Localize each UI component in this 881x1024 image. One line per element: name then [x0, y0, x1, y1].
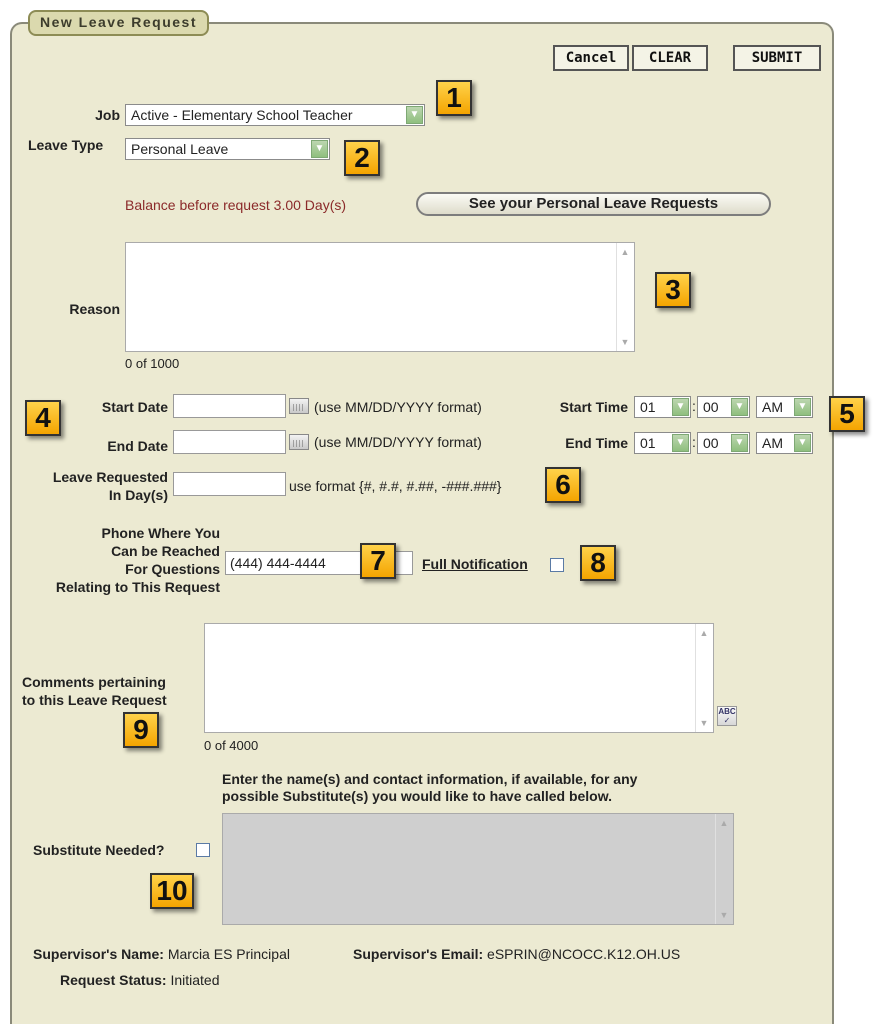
comments-label: Comments pertaining to this Leave Reques… — [22, 673, 202, 709]
chevron-down-icon: ▼ — [672, 398, 689, 416]
days-input[interactable] — [173, 472, 286, 496]
chevron-down-icon: ▼ — [406, 106, 423, 124]
balance-text: Balance before request 3.00 Day(s) — [125, 197, 347, 213]
substitute-instructions: Enter the name(s) and contact informatio… — [222, 771, 637, 805]
days-label: Leave Requested In Day(s) — [20, 468, 168, 504]
supervisor-email-label: Supervisor's Email: — [353, 946, 484, 962]
time-separator: : — [692, 434, 696, 450]
reason-textarea[interactable]: ▲ ▼ — [125, 242, 635, 352]
supervisor-name-row: Supervisor's Name: Marcia ES Principal — [33, 946, 290, 962]
start-hour-select[interactable]: 01 ▼ — [634, 396, 691, 418]
badge-1: 1 — [436, 80, 472, 116]
scroll-down-icon[interactable]: ▼ — [619, 336, 631, 348]
end-hour-select[interactable]: 01 ▼ — [634, 432, 691, 454]
badge-6: 6 — [545, 467, 581, 503]
scroll-up-icon[interactable]: ▲ — [619, 246, 631, 258]
comments-label-line2: to this Leave Request — [22, 692, 167, 708]
substitute-needed-label: Substitute Needed? — [33, 842, 165, 858]
time-separator: : — [692, 398, 696, 414]
calendar-icon[interactable] — [289, 398, 309, 414]
phone-label-line4: Relating to This Request — [55, 579, 220, 595]
start-minute-select[interactable]: 00 ▼ — [697, 396, 750, 418]
badge-2: 2 — [344, 140, 380, 176]
reason-counter: 0 of 1000 — [125, 356, 180, 371]
request-status-label: Request Status: — [60, 972, 167, 988]
scroll-up-icon[interactable]: ▲ — [698, 627, 710, 639]
badge-8: 8 — [580, 545, 616, 581]
full-notification-checkbox[interactable] — [550, 558, 564, 572]
reason-label: Reason — [69, 301, 120, 317]
substitute-needed-checkbox[interactable] — [196, 843, 210, 857]
start-date-hint: (use MM/DD/YYYY format) — [314, 399, 482, 415]
start-date-label: Start Date — [101, 399, 168, 415]
job-label: Job — [95, 107, 120, 123]
spellcheck-icon[interactable]: ABC ✓ — [717, 706, 737, 726]
calendar-icon[interactable] — [289, 434, 309, 450]
badge-9: 9 — [123, 712, 159, 748]
scroll-down-icon[interactable]: ▼ — [698, 717, 710, 729]
request-status-row: Request Status: Initiated — [60, 972, 220, 988]
submit-button[interactable]: SUBMIT — [733, 45, 821, 71]
end-date-input[interactable] — [173, 430, 286, 454]
end-minute-value: 00 — [703, 435, 719, 451]
job-select-value: Active - Elementary School Teacher — [131, 107, 353, 123]
substitute-instruction-line1: Enter the name(s) and contact informatio… — [222, 771, 638, 787]
chevron-down-icon: ▼ — [731, 434, 748, 452]
end-ampm-value: AM — [762, 435, 783, 451]
end-date-label: End Date — [107, 438, 168, 454]
cancel-button[interactable]: Cancel — [553, 45, 629, 71]
chevron-down-icon: ▼ — [731, 398, 748, 416]
comments-counter: 0 of 4000 — [204, 738, 259, 753]
chevron-down-icon: ▼ — [311, 140, 328, 158]
badge-10: 10 — [150, 873, 194, 909]
days-label-line1: Leave Requested — [52, 469, 168, 485]
clear-button[interactable]: CLEAR — [632, 45, 708, 71]
phone-label-line1: Phone Where You — [101, 525, 221, 541]
badge-4: 4 — [25, 400, 61, 436]
start-date-input[interactable] — [173, 394, 286, 418]
days-label-line2: In Day(s) — [108, 487, 168, 503]
full-notification-link[interactable]: Full Notification — [422, 556, 528, 572]
supervisor-email: eSPRIN@NCOCC.K12.OH.US — [487, 946, 681, 962]
start-ampm-select[interactable]: AM ▼ — [756, 396, 813, 418]
phone-label: Phone Where You Can be Reached For Quest… — [18, 524, 220, 596]
badge-3: 3 — [655, 272, 691, 308]
start-hour-value: 01 — [640, 399, 656, 415]
see-leave-requests-button[interactable]: See your Personal Leave Requests — [416, 192, 771, 216]
scrollbar[interactable]: ▲ ▼ — [616, 243, 634, 351]
request-status-value: Initiated — [170, 972, 220, 988]
scroll-down-icon[interactable]: ▼ — [718, 909, 730, 921]
panel-title: New Leave Request — [28, 10, 209, 36]
end-date-hint: (use MM/DD/YYYY format) — [314, 434, 482, 450]
badge-7: 7 — [360, 543, 396, 579]
scrollbar[interactable]: ▲ ▼ — [695, 624, 713, 732]
days-hint: use format {#, #.#, #.##, -###.###} — [289, 478, 502, 494]
supervisor-email-row: Supervisor's Email: eSPRIN@NCOCC.K12.OH.… — [353, 946, 680, 962]
start-minute-value: 00 — [703, 399, 719, 415]
chevron-down-icon: ▼ — [672, 434, 689, 452]
leave-type-label: Leave Type — [28, 137, 104, 153]
substitute-textarea[interactable]: ▲ ▼ — [222, 813, 734, 925]
start-ampm-value: AM — [762, 399, 783, 415]
comments-label-line1: Comments pertaining — [22, 674, 166, 690]
end-time-label: End Time — [565, 435, 628, 451]
phone-label-line2: Can be Reached — [111, 543, 220, 559]
end-minute-select[interactable]: 00 ▼ — [697, 432, 750, 454]
chevron-down-icon: ▼ — [794, 434, 811, 452]
phone-label-line3: For Questions — [125, 561, 220, 577]
scroll-up-icon[interactable]: ▲ — [718, 817, 730, 829]
chevron-down-icon: ▼ — [794, 398, 811, 416]
substitute-instruction-line2: possible Substitute(s) you would like to… — [222, 788, 612, 804]
comments-textarea[interactable]: ▲ ▼ — [204, 623, 714, 733]
scrollbar[interactable]: ▲ ▼ — [715, 814, 733, 924]
badge-5: 5 — [829, 396, 865, 432]
end-hour-value: 01 — [640, 435, 656, 451]
leave-type-select-value: Personal Leave — [131, 141, 229, 157]
job-select[interactable]: Active - Elementary School Teacher ▼ — [125, 104, 425, 126]
end-ampm-select[interactable]: AM ▼ — [756, 432, 813, 454]
leave-type-select[interactable]: Personal Leave ▼ — [125, 138, 330, 160]
start-time-label: Start Time — [559, 399, 628, 415]
supervisor-name: Marcia ES Principal — [167, 946, 290, 962]
supervisor-name-label: Supervisor's Name: — [33, 946, 164, 962]
